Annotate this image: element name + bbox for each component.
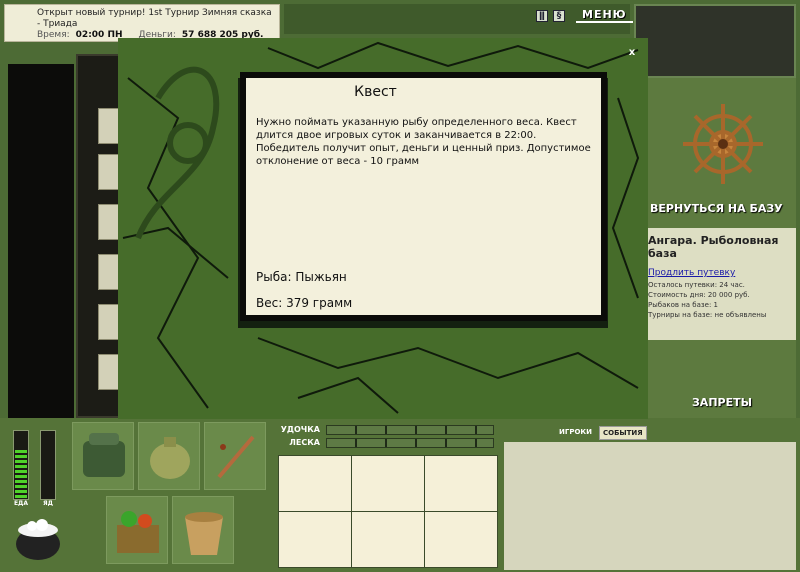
food-basket-slot[interactable] — [106, 496, 168, 564]
quest-weight: Вес: 379 грамм — [256, 296, 353, 310]
bag-slot[interactable] — [138, 422, 200, 490]
quest-fish: Рыба: Пыжьян — [256, 270, 347, 284]
tab-players[interactable]: ИГРОКИ — [556, 426, 595, 440]
time-label: Время: — [37, 30, 70, 40]
chat-tabs: ИГРОКИ СОБЫТИЯ — [556, 426, 647, 440]
base-info: Ангара. Рыболовная база Продлить путевку… — [648, 228, 796, 340]
fish-cage-grid — [278, 455, 498, 568]
tackle-icon — [217, 435, 255, 479]
base-name: Ангара. Рыболовная база — [648, 234, 779, 260]
menu-button[interactable]: МЕНЮ — [576, 8, 633, 23]
bucket-slot[interactable] — [172, 496, 234, 564]
news-text: Открыт новый турнир! 1st Турнир Зимняя с… — [37, 8, 272, 29]
events-log — [504, 442, 796, 570]
news-row: Открыт новый турнир! 1st Турнир Зимняя с… — [37, 8, 273, 30]
bait-bar — [40, 430, 56, 500]
line-label: ЛЕСКА — [289, 438, 320, 447]
rod-label: УДОЧКА — [280, 425, 320, 434]
backpack-icon — [83, 433, 125, 477]
bans-button[interactable]: ЗАПРЕТЫ — [648, 396, 796, 409]
time-value: 02:00 ПН — [75, 30, 123, 40]
bag-icon — [150, 437, 190, 479]
bait-label: ЯД — [43, 500, 53, 507]
trip-remaining: Осталось путевки: 24 час. — [648, 281, 745, 289]
tournaments-status: Турниры на базе: не объявлены — [648, 311, 767, 319]
food-bar-fill — [15, 449, 27, 498]
cage-cell[interactable] — [279, 512, 351, 567]
rod-meter — [326, 425, 494, 435]
news-panel: Открыт новый турнир! 1st Турнир Зимняя с… — [4, 4, 280, 42]
food-label: ЕДА — [13, 500, 29, 507]
left-dark-pane — [8, 64, 74, 418]
anglers-count: Рыбаков на базе: 1 — [648, 301, 718, 309]
quest-dialog-body: Квест Нужно поймать указанную рыбу опред… — [246, 78, 601, 315]
cage-cell[interactable] — [279, 456, 351, 511]
top-right-panel — [634, 4, 796, 78]
cage-cell[interactable] — [352, 456, 424, 511]
quest-dialog: Квест Нужно поймать указанную рыбу опред… — [240, 72, 607, 321]
food-bar — [13, 430, 29, 500]
close-button[interactable]: x — [622, 44, 642, 62]
extend-trip-link[interactable]: Продлить путевку — [648, 268, 794, 278]
pause-icon[interactable]: ǁ — [536, 9, 548, 22]
bucket-icon — [185, 512, 223, 555]
tackle-slot[interactable] — [204, 422, 266, 490]
quest-title: Квест — [354, 84, 397, 100]
pot-icon[interactable] — [12, 514, 64, 564]
header-controls: ǁ § МЕНЮ — [536, 8, 633, 23]
food-basket-icon — [117, 511, 159, 553]
cage-cell[interactable] — [425, 456, 497, 511]
ship-wheel-icon — [683, 104, 763, 184]
sound-icon[interactable]: § — [553, 9, 565, 22]
cage-cell[interactable] — [352, 512, 424, 567]
quest-description: Нужно поймать указанную рыбу определенно… — [256, 117, 591, 167]
cage-cell[interactable] — [425, 512, 497, 567]
line-meter — [326, 438, 494, 448]
tab-events[interactable]: СОБЫТИЯ — [598, 426, 647, 440]
base-panel: ВЕРНУТЬСЯ НА БАЗУ Ангара. Рыболовная баз… — [648, 78, 796, 418]
day-cost: Стоимость дня: 20 000 руб. — [648, 291, 750, 299]
backpack-slot[interactable] — [72, 422, 134, 490]
return-to-base-button[interactable]: ВЕРНУТЬСЯ НА БАЗУ — [648, 202, 796, 215]
